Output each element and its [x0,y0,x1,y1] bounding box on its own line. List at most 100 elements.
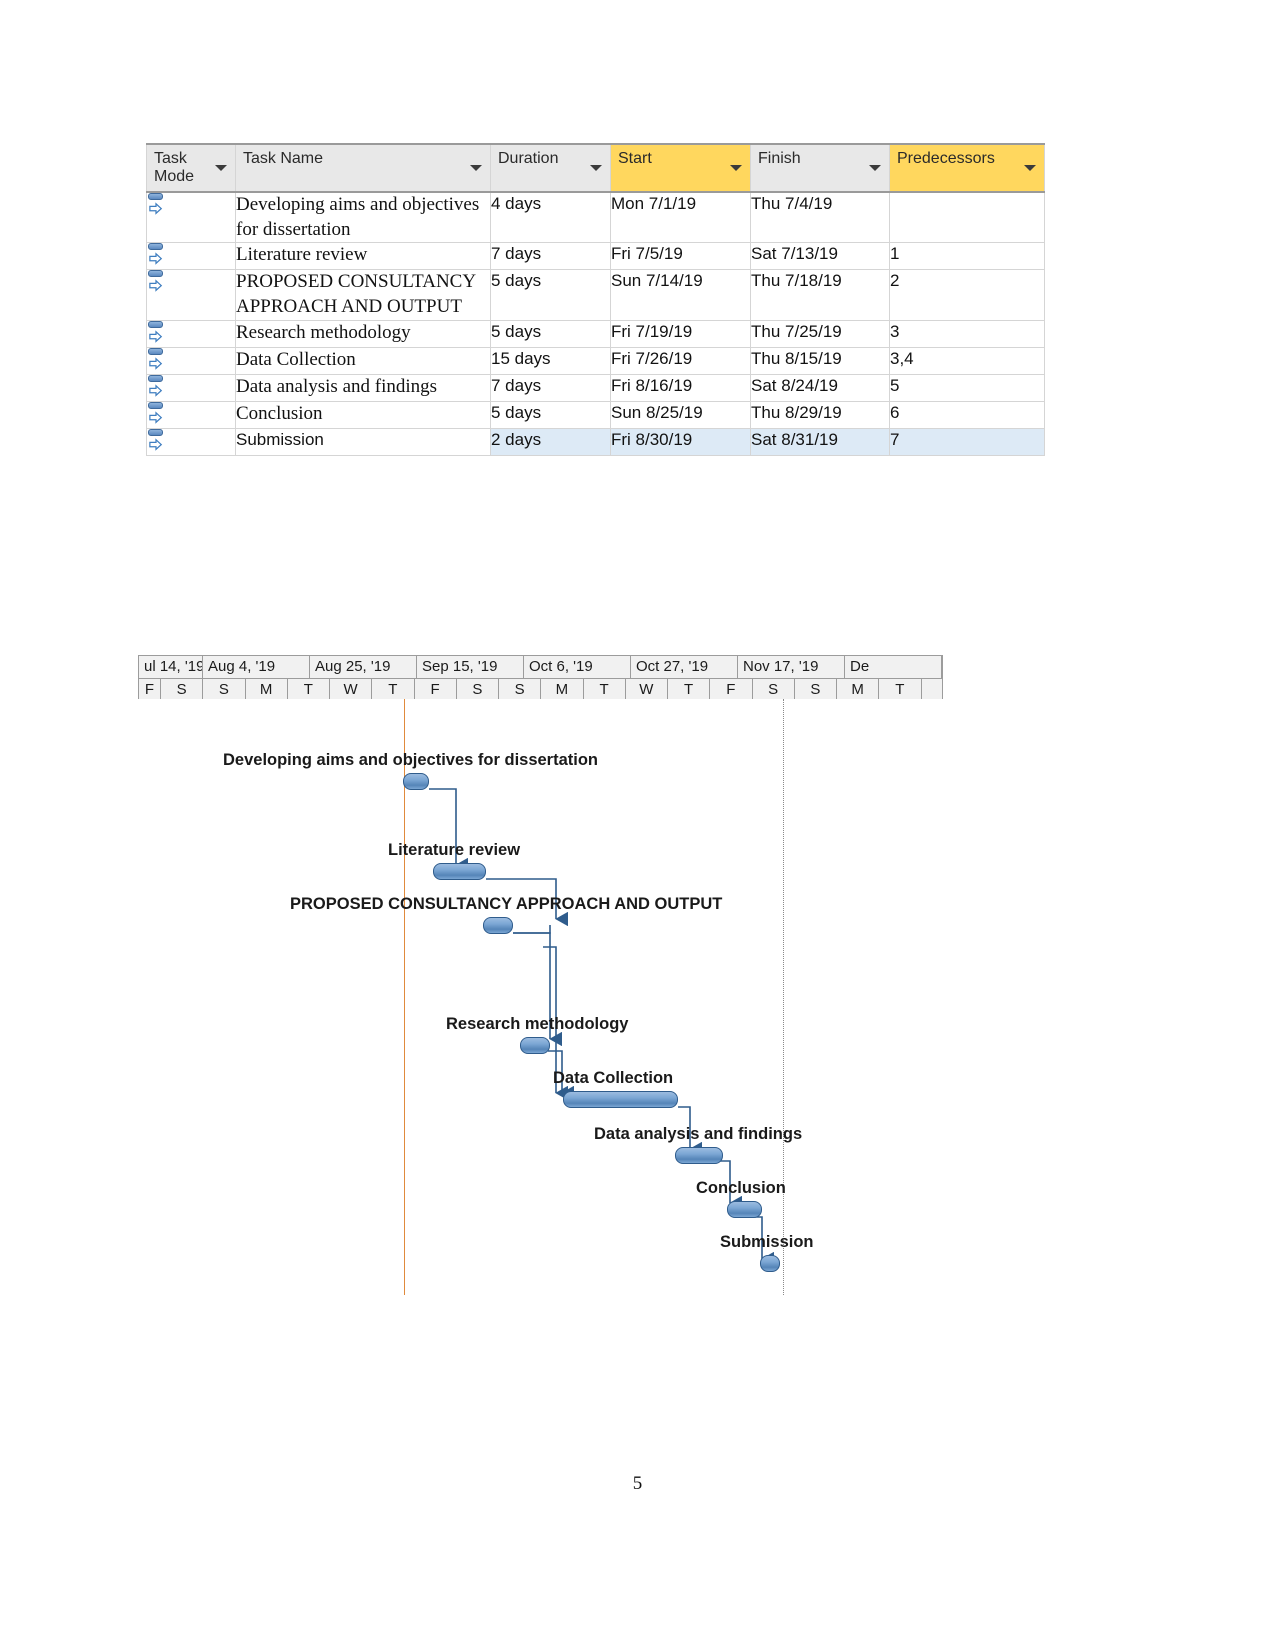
task-start-cell[interactable]: Sun 7/14/19 [610,269,751,321]
auto-schedule-icon [147,347,169,374]
timescale-month-row: ul 14, '19 Aug 4, '19 Aug 25, '19 Sep 15, '… [139,656,942,679]
task-duration-cell[interactable]: 4 days [490,191,611,244]
table-row[interactable]: Submission 2 days Fri 8/30/19 Sat 8/31/19 7 [146,427,1045,456]
task-predecessors-cell[interactable]: 3 [889,319,1045,348]
auto-schedule-icon [147,193,169,219]
task-name-cell[interactable]: Literature review [235,242,491,271]
task-finish-cell[interactable]: Thu 7/4/19 [750,191,890,244]
column-header-task-name-label: Task Name [243,150,324,167]
task-name-cell[interactable]: Conclusion [235,400,491,429]
timescale-month-cell: Sep 15, '19 [417,656,524,678]
gantt-chart[interactable]: ul 14, '19 Aug 4, '19 Aug 25, '19 Sep 15, '… [138,655,943,1295]
task-duration-cell[interactable]: 5 days [490,319,611,348]
task-predecessors-cell[interactable] [889,191,1045,244]
table-row[interactable]: PROPOSED CONSULTANCY APPROACH AND OUTPUT… [146,269,1045,321]
timescale-month-cell: Dе [845,656,942,678]
task-mode-cell[interactable] [146,191,236,244]
gantt-bar[interactable] [760,1255,780,1272]
chevron-down-icon[interactable] [215,165,227,171]
column-header-finish[interactable]: Finish [750,143,890,193]
gantt-bar[interactable] [520,1037,550,1054]
task-name-cell[interactable]: Data analysis and findings [235,373,491,402]
task-mode-cell[interactable] [146,242,236,271]
auto-schedule-icon [147,401,169,428]
column-header-duration[interactable]: Duration [490,143,611,193]
task-start-cell[interactable]: Fri 7/26/19 [610,346,751,375]
table-row[interactable]: Research methodology 5 days Fri 7/19/19 Thu… [146,319,1045,348]
table-row[interactable]: Data analysis and findings 7 days Fri 8/16… [146,373,1045,402]
task-mode-cell[interactable] [146,373,236,402]
task-mode-cell[interactable] [146,319,236,348]
gantt-bar-label: Submission [720,1233,814,1251]
task-duration-cell[interactable]: 7 days [490,242,611,271]
task-start-cell[interactable]: Mon 7/1/19 [610,191,751,244]
task-start-cell[interactable]: Fri 7/19/19 [610,319,751,348]
table-row[interactable]: Conclusion 5 days Sun 8/25/19 Thu 8/29/19 6 [146,400,1045,429]
task-duration-cell[interactable]: 5 days [490,269,611,321]
status-date-line [783,699,784,1295]
task-name-cell[interactable]: Research methodology [235,319,491,348]
task-mode-cell[interactable] [146,269,236,321]
task-finish-cell[interactable]: Thu 7/18/19 [750,269,890,321]
timescale-day-cell: F [139,679,161,701]
table-row[interactable]: Literature review 7 days Fri 7/5/19 Sat 7/1… [146,242,1045,271]
column-header-start[interactable]: Start [610,143,751,193]
task-table[interactable]: Task Mode Task Name Duration Start Finis… [146,143,1045,456]
task-predecessors-cell[interactable]: 5 [889,373,1045,402]
task-finish-cell[interactable]: Sat 8/24/19 [750,373,890,402]
table-row[interactable]: Developing aims and objectives for disse… [146,191,1045,244]
chevron-down-icon[interactable] [590,165,602,171]
gantt-bar[interactable] [403,773,429,790]
table-row[interactable]: Data Collection 15 days Fri 7/26/19 Thu 8/1… [146,346,1045,375]
page-number: 5 [632,1473,643,1494]
task-duration-cell[interactable]: 7 days [490,373,611,402]
task-predecessors-cell[interactable]: 3,4 [889,346,1045,375]
task-finish-cell[interactable]: Thu 8/29/19 [750,400,890,429]
gantt-bar[interactable] [675,1147,723,1164]
timescale-day-cell: T [584,679,626,701]
auto-schedule-icon [147,243,169,269]
today-line [404,699,405,1295]
task-finish-cell[interactable]: Thu 8/15/19 [750,346,890,375]
task-name-cell[interactable]: PROPOSED CONSULTANCY APPROACH AND OUTPUT [235,269,491,321]
gantt-bar[interactable] [483,917,513,934]
timescale-day-cell: S [161,679,204,701]
chevron-down-icon[interactable] [1024,165,1036,171]
task-predecessors-cell[interactable]: 1 [889,242,1045,271]
timescale-day-cell: T [288,679,330,701]
task-start-cell[interactable]: Fri 8/30/19 [610,427,751,456]
task-start-cell[interactable]: Fri 7/5/19 [610,242,751,271]
column-header-task-name[interactable]: Task Name [235,143,491,193]
task-predecessors-cell[interactable]: 2 [889,269,1045,321]
gantt-bar-label: Literature review [388,841,521,859]
task-name-cell[interactable]: Data Collection [235,346,491,375]
timescale-day-cell: T [879,679,922,701]
task-duration-cell[interactable]: 5 days [490,400,611,429]
task-finish-cell[interactable]: Sat 7/13/19 [750,242,890,271]
task-duration-cell[interactable]: 15 days [490,346,611,375]
task-mode-cell[interactable] [146,427,236,456]
chevron-down-icon[interactable] [869,165,881,171]
task-name-cell[interactable]: Developing aims and objectives for disse… [235,191,491,244]
column-header-task-mode[interactable]: Task Mode [146,143,236,193]
task-name-cell[interactable]: Submission [235,427,491,456]
chevron-down-icon[interactable] [730,165,742,171]
gantt-bar[interactable] [433,863,486,880]
chevron-down-icon[interactable] [470,165,482,171]
task-finish-cell[interactable]: Sat 8/31/19 [750,427,890,456]
column-header-predecessors[interactable]: Predecessors [889,143,1045,193]
task-finish-cell[interactable]: Thu 7/25/19 [750,319,890,348]
gantt-bar[interactable] [727,1201,762,1218]
gantt-bar-label: Data analysis and findings [594,1125,803,1143]
task-duration-cell[interactable]: 2 days [490,427,611,456]
task-start-cell[interactable]: Sun 8/25/19 [610,400,751,429]
task-mode-cell[interactable] [146,400,236,429]
gantt-bar[interactable] [563,1091,678,1108]
timescale-month-cell: Aug 25, '19 [310,656,417,678]
task-mode-cell[interactable] [146,346,236,375]
gantt-plot-area[interactable]: Developing aims and objectives for disse… [138,699,943,1295]
timescale-day-cell: S [203,679,246,701]
task-predecessors-cell[interactable]: 6 [889,400,1045,429]
task-start-cell[interactable]: Fri 8/16/19 [610,373,751,402]
task-predecessors-cell[interactable]: 7 [889,427,1045,456]
